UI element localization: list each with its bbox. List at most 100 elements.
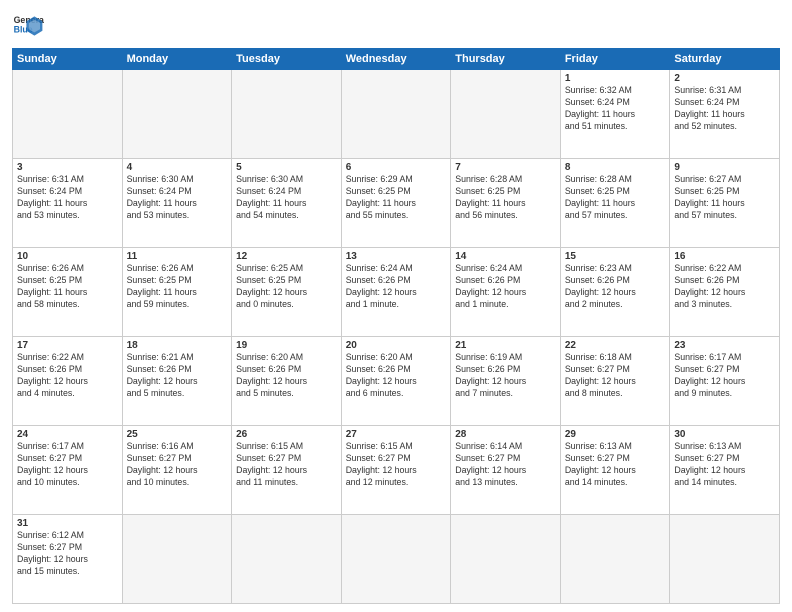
calendar-cell [451, 515, 561, 604]
calendar-cell: 28Sunrise: 6:14 AM Sunset: 6:27 PM Dayli… [451, 426, 561, 515]
calendar-cell: 12Sunrise: 6:25 AM Sunset: 6:25 PM Dayli… [232, 248, 342, 337]
calendar-cell: 26Sunrise: 6:15 AM Sunset: 6:27 PM Dayli… [232, 426, 342, 515]
calendar-cell: 8Sunrise: 6:28 AM Sunset: 6:25 PM Daylig… [560, 159, 670, 248]
header: General Blue [12, 10, 780, 42]
cell-sun-info: Sunrise: 6:31 AM Sunset: 6:24 PM Dayligh… [674, 85, 775, 133]
calendar-cell: 24Sunrise: 6:17 AM Sunset: 6:27 PM Dayli… [13, 426, 123, 515]
calendar-week-4: 17Sunrise: 6:22 AM Sunset: 6:26 PM Dayli… [13, 337, 780, 426]
calendar-cell: 1Sunrise: 6:32 AM Sunset: 6:24 PM Daylig… [560, 70, 670, 159]
calendar-cell [232, 515, 342, 604]
cell-date-number: 9 [674, 162, 775, 173]
calendar-cell [122, 70, 232, 159]
cell-sun-info: Sunrise: 6:28 AM Sunset: 6:25 PM Dayligh… [455, 174, 556, 222]
cell-sun-info: Sunrise: 6:16 AM Sunset: 6:27 PM Dayligh… [127, 441, 228, 489]
calendar-cell: 14Sunrise: 6:24 AM Sunset: 6:26 PM Dayli… [451, 248, 561, 337]
cell-date-number: 25 [127, 429, 228, 440]
cell-sun-info: Sunrise: 6:17 AM Sunset: 6:27 PM Dayligh… [674, 352, 775, 400]
calendar-table: SundayMondayTuesdayWednesdayThursdayFrid… [12, 48, 780, 604]
logo: General Blue [12, 10, 44, 42]
cell-sun-info: Sunrise: 6:13 AM Sunset: 6:27 PM Dayligh… [674, 441, 775, 489]
cell-sun-info: Sunrise: 6:21 AM Sunset: 6:26 PM Dayligh… [127, 352, 228, 400]
cell-date-number: 20 [346, 340, 447, 351]
calendar-cell [13, 70, 123, 159]
weekday-header-row: SundayMondayTuesdayWednesdayThursdayFrid… [13, 49, 780, 70]
calendar-week-6: 31Sunrise: 6:12 AM Sunset: 6:27 PM Dayli… [13, 515, 780, 604]
calendar-cell: 17Sunrise: 6:22 AM Sunset: 6:26 PM Dayli… [13, 337, 123, 426]
calendar-cell: 27Sunrise: 6:15 AM Sunset: 6:27 PM Dayli… [341, 426, 451, 515]
calendar-cell: 29Sunrise: 6:13 AM Sunset: 6:27 PM Dayli… [560, 426, 670, 515]
cell-date-number: 26 [236, 429, 337, 440]
cell-sun-info: Sunrise: 6:20 AM Sunset: 6:26 PM Dayligh… [236, 352, 337, 400]
cell-date-number: 21 [455, 340, 556, 351]
cell-sun-info: Sunrise: 6:26 AM Sunset: 6:25 PM Dayligh… [17, 263, 118, 311]
calendar-cell: 9Sunrise: 6:27 AM Sunset: 6:25 PM Daylig… [670, 159, 780, 248]
cell-date-number: 6 [346, 162, 447, 173]
cell-sun-info: Sunrise: 6:15 AM Sunset: 6:27 PM Dayligh… [346, 441, 447, 489]
weekday-header-tuesday: Tuesday [232, 49, 342, 70]
cell-sun-info: Sunrise: 6:13 AM Sunset: 6:27 PM Dayligh… [565, 441, 666, 489]
cell-date-number: 19 [236, 340, 337, 351]
calendar-cell [122, 515, 232, 604]
calendar-cell: 7Sunrise: 6:28 AM Sunset: 6:25 PM Daylig… [451, 159, 561, 248]
calendar-week-3: 10Sunrise: 6:26 AM Sunset: 6:25 PM Dayli… [13, 248, 780, 337]
calendar-cell: 16Sunrise: 6:22 AM Sunset: 6:26 PM Dayli… [670, 248, 780, 337]
cell-date-number: 5 [236, 162, 337, 173]
calendar-cell: 6Sunrise: 6:29 AM Sunset: 6:25 PM Daylig… [341, 159, 451, 248]
cell-date-number: 1 [565, 73, 666, 84]
cell-date-number: 22 [565, 340, 666, 351]
calendar-cell: 15Sunrise: 6:23 AM Sunset: 6:26 PM Dayli… [560, 248, 670, 337]
calendar-cell: 19Sunrise: 6:20 AM Sunset: 6:26 PM Dayli… [232, 337, 342, 426]
calendar-cell: 21Sunrise: 6:19 AM Sunset: 6:26 PM Dayli… [451, 337, 561, 426]
cell-sun-info: Sunrise: 6:25 AM Sunset: 6:25 PM Dayligh… [236, 263, 337, 311]
calendar-cell [232, 70, 342, 159]
calendar-cell: 5Sunrise: 6:30 AM Sunset: 6:24 PM Daylig… [232, 159, 342, 248]
calendar-cell: 30Sunrise: 6:13 AM Sunset: 6:27 PM Dayli… [670, 426, 780, 515]
cell-date-number: 4 [127, 162, 228, 173]
calendar-cell [560, 515, 670, 604]
cell-date-number: 12 [236, 251, 337, 262]
calendar-cell: 18Sunrise: 6:21 AM Sunset: 6:26 PM Dayli… [122, 337, 232, 426]
calendar-cell: 11Sunrise: 6:26 AM Sunset: 6:25 PM Dayli… [122, 248, 232, 337]
calendar-cell: 20Sunrise: 6:20 AM Sunset: 6:26 PM Dayli… [341, 337, 451, 426]
cell-date-number: 31 [17, 518, 118, 529]
cell-date-number: 7 [455, 162, 556, 173]
calendar-cell: 22Sunrise: 6:18 AM Sunset: 6:27 PM Dayli… [560, 337, 670, 426]
weekday-header-wednesday: Wednesday [341, 49, 451, 70]
cell-sun-info: Sunrise: 6:12 AM Sunset: 6:27 PM Dayligh… [17, 530, 118, 578]
calendar-cell: 10Sunrise: 6:26 AM Sunset: 6:25 PM Dayli… [13, 248, 123, 337]
cell-sun-info: Sunrise: 6:23 AM Sunset: 6:26 PM Dayligh… [565, 263, 666, 311]
page: General Blue SundayMondayTuesdayWednesda… [0, 0, 792, 612]
cell-sun-info: Sunrise: 6:22 AM Sunset: 6:26 PM Dayligh… [674, 263, 775, 311]
calendar-cell: 2Sunrise: 6:31 AM Sunset: 6:24 PM Daylig… [670, 70, 780, 159]
cell-sun-info: Sunrise: 6:22 AM Sunset: 6:26 PM Dayligh… [17, 352, 118, 400]
cell-sun-info: Sunrise: 6:20 AM Sunset: 6:26 PM Dayligh… [346, 352, 447, 400]
calendar-cell: 13Sunrise: 6:24 AM Sunset: 6:26 PM Dayli… [341, 248, 451, 337]
calendar-header: SundayMondayTuesdayWednesdayThursdayFrid… [13, 49, 780, 70]
cell-date-number: 14 [455, 251, 556, 262]
calendar-cell: 4Sunrise: 6:30 AM Sunset: 6:24 PM Daylig… [122, 159, 232, 248]
weekday-header-monday: Monday [122, 49, 232, 70]
cell-date-number: 17 [17, 340, 118, 351]
weekday-header-saturday: Saturday [670, 49, 780, 70]
cell-sun-info: Sunrise: 6:17 AM Sunset: 6:27 PM Dayligh… [17, 441, 118, 489]
cell-sun-info: Sunrise: 6:29 AM Sunset: 6:25 PM Dayligh… [346, 174, 447, 222]
calendar-body: 1Sunrise: 6:32 AM Sunset: 6:24 PM Daylig… [13, 70, 780, 604]
cell-date-number: 24 [17, 429, 118, 440]
calendar-cell [341, 70, 451, 159]
calendar-week-2: 3Sunrise: 6:31 AM Sunset: 6:24 PM Daylig… [13, 159, 780, 248]
cell-sun-info: Sunrise: 6:15 AM Sunset: 6:27 PM Dayligh… [236, 441, 337, 489]
calendar-cell [341, 515, 451, 604]
cell-sun-info: Sunrise: 6:27 AM Sunset: 6:25 PM Dayligh… [674, 174, 775, 222]
logo-icon: General Blue [12, 10, 44, 42]
cell-sun-info: Sunrise: 6:30 AM Sunset: 6:24 PM Dayligh… [236, 174, 337, 222]
calendar-cell: 31Sunrise: 6:12 AM Sunset: 6:27 PM Dayli… [13, 515, 123, 604]
calendar-cell [670, 515, 780, 604]
cell-sun-info: Sunrise: 6:18 AM Sunset: 6:27 PM Dayligh… [565, 352, 666, 400]
calendar-cell: 23Sunrise: 6:17 AM Sunset: 6:27 PM Dayli… [670, 337, 780, 426]
cell-date-number: 8 [565, 162, 666, 173]
cell-date-number: 30 [674, 429, 775, 440]
weekday-header-sunday: Sunday [13, 49, 123, 70]
cell-sun-info: Sunrise: 6:28 AM Sunset: 6:25 PM Dayligh… [565, 174, 666, 222]
cell-sun-info: Sunrise: 6:26 AM Sunset: 6:25 PM Dayligh… [127, 263, 228, 311]
cell-date-number: 15 [565, 251, 666, 262]
